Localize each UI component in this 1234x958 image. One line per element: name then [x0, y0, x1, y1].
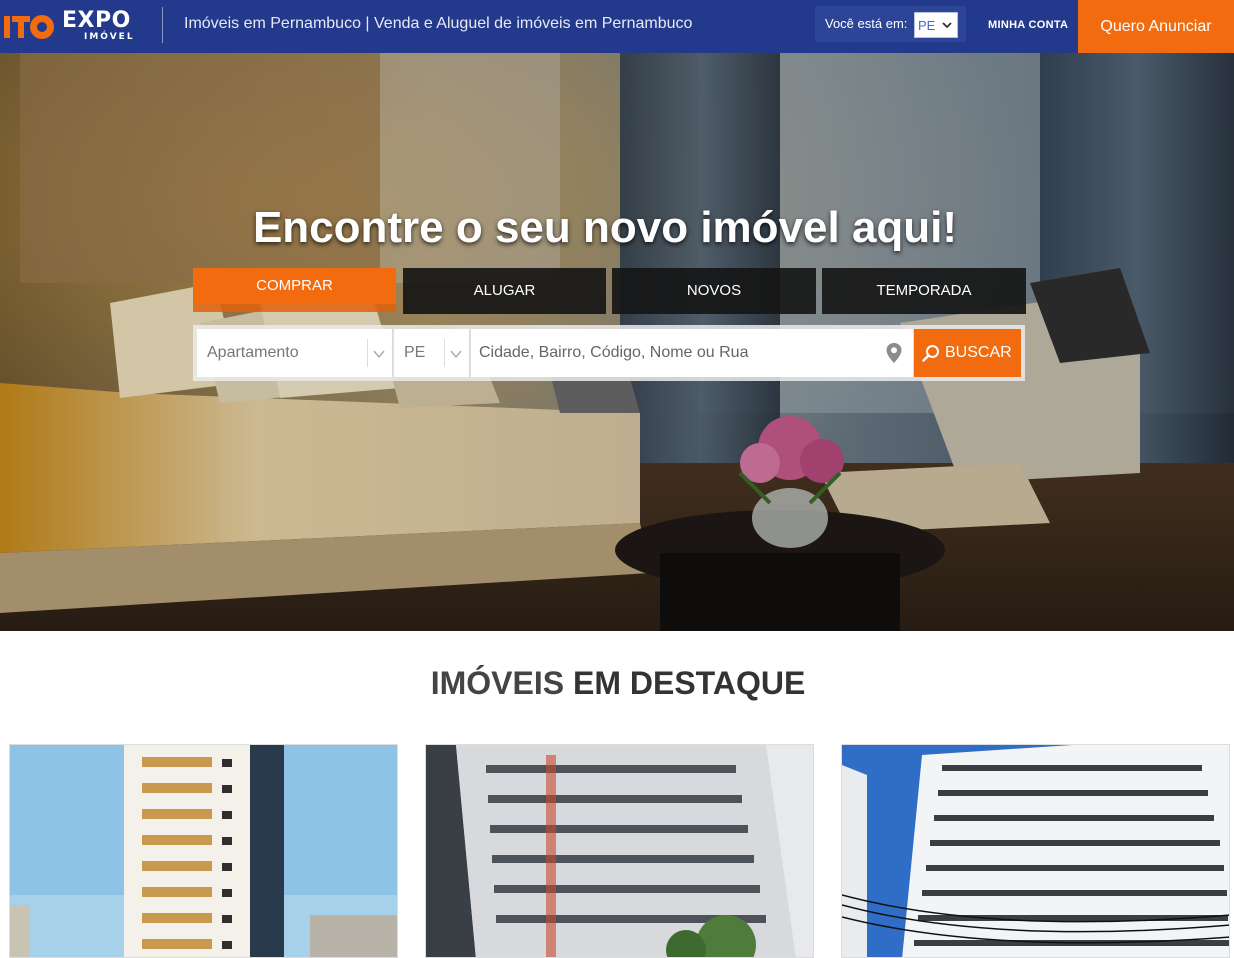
- property-photo: [842, 745, 1229, 957]
- tab-alugar[interactable]: ALUGAR: [403, 268, 606, 314]
- location-search-field: [471, 329, 913, 377]
- field-divider: [367, 339, 368, 367]
- advertise-button[interactable]: Quero Anunciar: [1078, 0, 1234, 53]
- tab-novos[interactable]: NOVOS: [612, 268, 816, 314]
- location-selector: Você está em: PE: [815, 6, 966, 42]
- my-account-link[interactable]: MINHA CONTA: [988, 19, 1068, 31]
- featured-property-card[interactable]: [9, 744, 398, 958]
- state-value: PE: [404, 344, 426, 361]
- search-icon: [922, 345, 939, 362]
- tab-label: TEMPORADA: [876, 282, 972, 299]
- logo-mark-icon: [4, 15, 54, 39]
- property-photo: [10, 745, 397, 957]
- hero-title: Encontre o seu novo imóvel aqui!: [252, 203, 958, 252]
- tab-label: ALUGAR: [473, 282, 536, 299]
- featured-property-card[interactable]: [841, 744, 1230, 958]
- field-divider: [444, 339, 445, 367]
- expo-imovel-logo[interactable]: EXPO IMÓVEL: [4, 6, 140, 46]
- featured-section-title: IMÓVEIS EM DESTAQUE: [0, 665, 1234, 702]
- state-select[interactable]: PE: [394, 329, 470, 377]
- location-search-input[interactable]: [471, 329, 871, 377]
- state-dropdown[interactable]: PE: [914, 12, 958, 38]
- logo-text-expo: EXPO: [62, 8, 131, 33]
- chevron-down-icon: [942, 22, 952, 29]
- chevron-down-icon: [373, 350, 385, 359]
- search-bar: Apartamento PE BUSCAR: [193, 325, 1025, 381]
- property-type-value: Apartamento: [207, 344, 299, 361]
- site-header: EXPO IMÓVEL Imóveis em Pernambuco | Vend…: [0, 0, 1234, 53]
- location-label: Você está em:: [825, 16, 908, 31]
- search-button[interactable]: BUSCAR: [914, 329, 1021, 377]
- tab-label: COMPRAR: [256, 277, 333, 294]
- header-divider: [162, 7, 163, 43]
- featured-title-light: IMÓVEIS: [430, 665, 565, 701]
- featured-property-card[interactable]: [425, 744, 814, 958]
- tab-label: NOVOS: [686, 282, 742, 299]
- search-button-label: BUSCAR: [945, 344, 1012, 361]
- property-type-select[interactable]: Apartamento: [197, 329, 393, 377]
- property-photo: [426, 745, 813, 957]
- tab-temporada[interactable]: TEMPORADA: [822, 268, 1026, 314]
- chevron-down-icon: [450, 350, 462, 359]
- state-dropdown-value: PE: [918, 18, 936, 33]
- tab-comprar[interactable]: COMPRAR: [193, 268, 396, 312]
- featured-title-bold: EM DESTAQUE: [572, 665, 806, 701]
- hero-banner: Encontre o seu novo imóvel aqui! COMPRAR…: [0, 53, 1234, 631]
- map-pin-icon[interactable]: [885, 342, 903, 364]
- header-tagline: Imóveis em Pernambuco | Venda e Aluguel …: [184, 15, 693, 32]
- logo-text-imovel: IMÓVEL: [84, 32, 135, 42]
